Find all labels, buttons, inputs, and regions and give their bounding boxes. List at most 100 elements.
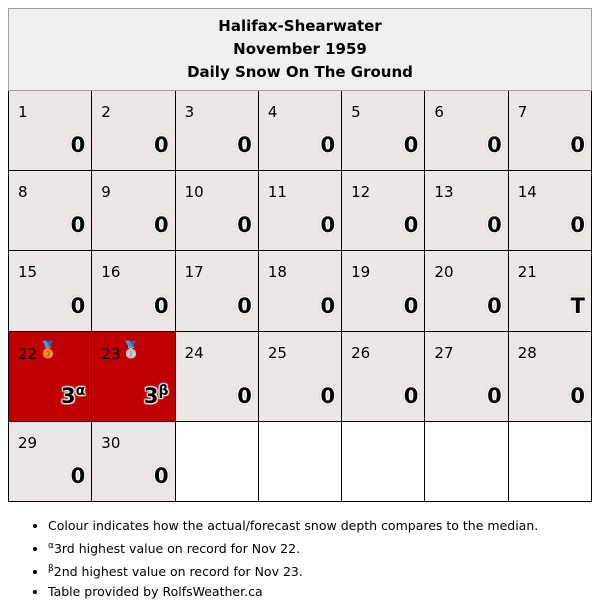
- day-number-text: 30: [101, 433, 121, 452]
- day-cell: 30: [174, 89, 259, 172]
- snow-depth-text: 0: [570, 133, 585, 158]
- snow-depth-text: 0: [403, 213, 419, 238]
- medal-icon: 🥈: [121, 339, 142, 359]
- day-number: 21: [518, 263, 537, 281]
- day-cell: 50: [341, 89, 426, 172]
- station-name: Halifax-Shearwater: [218, 17, 382, 35]
- snow-depth-text: 0: [153, 213, 169, 238]
- day-number: 20: [434, 263, 453, 281]
- day-cell: 14 0: [507, 170, 593, 252]
- day-number-text: 26: [351, 343, 371, 362]
- day-number: 17: [185, 263, 204, 281]
- day-cell: 70: [507, 89, 593, 172]
- day-cell: 24 0: [174, 330, 259, 422]
- snow-depth-value: 0: [487, 384, 502, 408]
- day-cell: 16 0: [91, 250, 176, 332]
- footnote-text: 3rd highest value on record for Nov 22.: [53, 541, 301, 557]
- day-cell: 60: [424, 89, 509, 172]
- day-number: 12: [351, 183, 370, 201]
- snow-depth-text: 0: [237, 213, 252, 238]
- snow-depth-text: 0: [403, 293, 419, 318]
- footnote-text: 2nd highest value on record for Nov 23.: [53, 564, 303, 580]
- snow-depth-text: 0: [153, 464, 169, 488]
- day-cell: 90: [91, 170, 176, 252]
- day-cell: 10: [7, 89, 93, 172]
- snow-depth-value: 0: [321, 213, 336, 237]
- empty-day-cell: [174, 420, 259, 503]
- day-cell: 26 0: [341, 330, 426, 422]
- snow-depth-value: 0: [404, 294, 419, 318]
- snow-depth-value: 0: [154, 213, 169, 237]
- snow-depth-text: 0: [320, 293, 336, 318]
- day-number-text: 19: [351, 263, 371, 282]
- day-number-text: 11: [267, 183, 287, 202]
- day-cell: 19 0: [341, 250, 426, 332]
- day-cell: 25 0: [257, 330, 343, 422]
- footnote-item: α3rd highest value on record for Nov 22.: [48, 536, 538, 559]
- calendar-subtitle: Daily Snow On The Ground: [187, 63, 413, 81]
- day-number-text: 2: [101, 103, 111, 121]
- day-number-text: 29: [18, 433, 38, 452]
- footnote-marker: β: [158, 382, 169, 399]
- snow-depth-text: 0: [403, 383, 419, 408]
- snow-depth-value: 0: [404, 133, 419, 157]
- day-cell: 23🥈 3β: [91, 330, 176, 422]
- day-number: 14: [518, 183, 537, 201]
- calendar-week-row: 10203040506070: [7, 89, 593, 172]
- snow-depth-value: 0: [71, 133, 86, 157]
- day-number-text: 13: [434, 183, 454, 202]
- day-number: 6: [434, 103, 444, 121]
- day-number-text: 5: [351, 103, 361, 121]
- day-number-text: 17: [184, 263, 204, 282]
- snow-depth-value: 0: [154, 133, 169, 157]
- day-number-text: 22: [18, 344, 38, 363]
- empty-day-cell: [341, 420, 426, 503]
- footnote-item: β2nd highest value on record for Nov 23.: [48, 559, 538, 582]
- day-number: 28: [518, 344, 537, 362]
- snow-depth-value: 0: [154, 464, 169, 488]
- day-number-text: 12: [351, 183, 371, 202]
- day-number: 30: [101, 434, 120, 452]
- snow-depth-value: T: [571, 294, 585, 318]
- day-cell: 15 0: [7, 250, 93, 332]
- day-number-text: 3: [184, 103, 195, 121]
- snow-depth-value: 0: [237, 133, 252, 157]
- day-number-text: 16: [101, 263, 121, 282]
- snow-depth-value: 0: [570, 384, 585, 408]
- footnote-text: Table provided by RolfsWeather.ca: [48, 584, 263, 600]
- day-number: 19: [351, 263, 370, 281]
- month-label: November 1959: [233, 40, 367, 58]
- day-number: 10: [185, 183, 204, 201]
- day-number-text: 20: [434, 263, 454, 282]
- day-cell: 28 0: [507, 330, 593, 422]
- day-cell: 80: [7, 170, 93, 252]
- empty-day-cell: [507, 420, 593, 503]
- snow-depth-value: 0: [71, 464, 86, 488]
- snow-depth-value: 0: [71, 213, 86, 237]
- day-number: 8: [18, 183, 28, 201]
- day-number-text: 15: [18, 263, 38, 282]
- day-cell: 21 T: [507, 250, 593, 332]
- day-number: 4: [268, 103, 278, 121]
- snow-depth-text: 0: [70, 464, 86, 488]
- snow-depth-text: 3: [143, 383, 159, 408]
- day-number-text: 1: [18, 103, 28, 121]
- snow-depth-value: 3α: [61, 384, 85, 408]
- snow-depth-value: 0: [487, 213, 502, 237]
- snow-depth-value: 0: [404, 384, 419, 408]
- snow-depth-text: T: [570, 293, 585, 318]
- snow-depth-text: 0: [570, 383, 585, 408]
- calendar-week-row: 22🥉 3α 23🥈 3β 24 0 25 0 26 0 27 0 28 0: [7, 330, 593, 422]
- day-cell: 29 0: [7, 420, 93, 503]
- day-number: 13: [434, 183, 453, 201]
- snow-depth-text: 0: [237, 293, 252, 318]
- snow-depth-value: 0: [71, 294, 86, 318]
- day-number: 15: [18, 263, 37, 281]
- day-number: 1: [18, 103, 28, 121]
- footnote-item: Table provided by RolfsWeather.ca: [48, 582, 538, 602]
- day-number-text: 6: [434, 103, 444, 121]
- day-number-text: 23: [101, 344, 121, 363]
- snow-depth-value: 0: [154, 294, 169, 318]
- snow-depth-value: 0: [321, 294, 336, 318]
- day-number-text: 28: [517, 343, 537, 362]
